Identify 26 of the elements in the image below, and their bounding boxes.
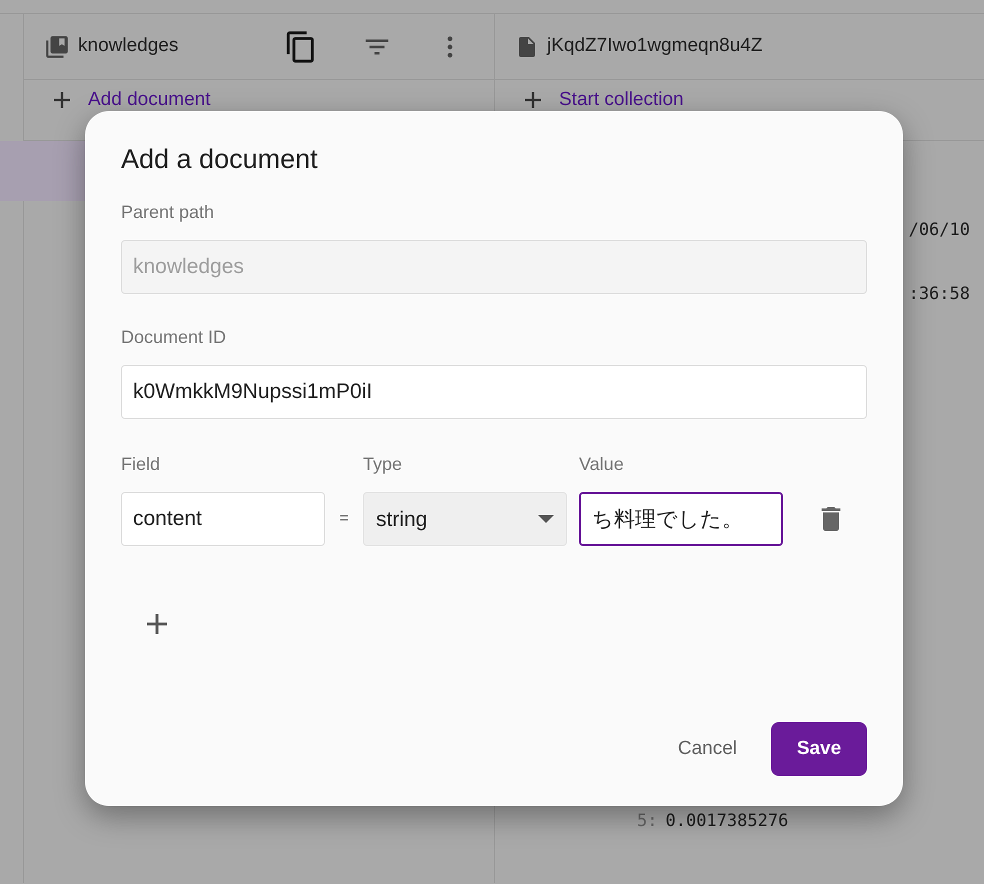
column-header: Field [121,453,162,476]
collection-icon [44,34,70,60]
field-label: Parent path [121,201,216,224]
add-field-icon[interactable] [147,614,167,634]
array-value: 0.0017385276 [665,810,788,833]
column-header: Type [363,453,404,476]
dialog-title: Add a document [121,143,319,176]
column-header: Value [579,453,625,476]
field-value: :36:58 [908,282,970,306]
field-label: Document ID [121,326,228,350]
plus-icon [525,92,541,108]
value-field[interactable]: ち料理でした。 [579,492,783,546]
array-index: 5: [637,810,658,833]
type-dropdown[interactable]: string [363,492,567,546]
plus-icon [54,92,70,108]
cancel-button[interactable]: Cancel [660,725,755,774]
panel-title: jKqdZ7Iwo1wgmeqn8u4Z [547,34,762,58]
start-collection-link[interactable]: Start collection [559,90,684,110]
caret-icon [538,515,554,524]
save-button[interactable]: Save [771,722,867,776]
document-id-field[interactable]: k0WmkkM9Nupssi1mP0iI [121,365,867,420]
equals-sign: = [338,509,350,530]
panel-title: knowledges [78,34,178,58]
add-document-link[interactable]: Add document [88,90,211,110]
field-name-input[interactable]: content [121,492,325,546]
field-value: /06/10 [908,219,970,242]
